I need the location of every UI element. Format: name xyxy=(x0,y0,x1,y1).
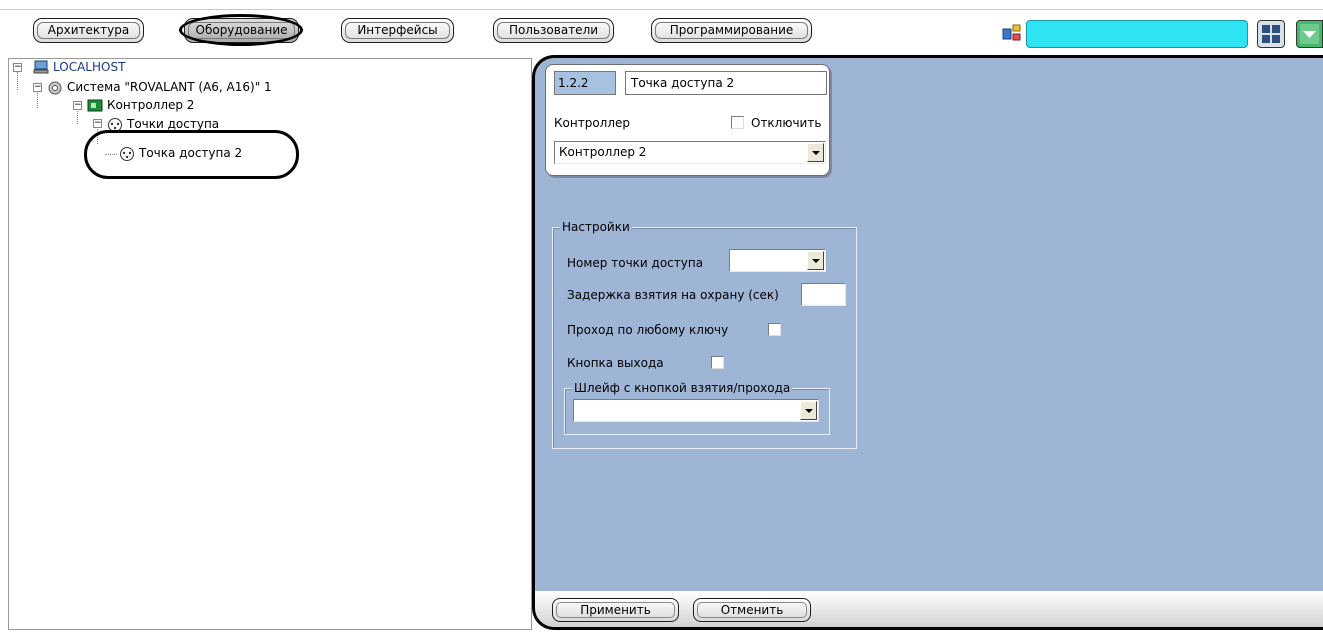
dropdown-button[interactable] xyxy=(1296,20,1323,48)
controller-board-icon xyxy=(87,99,103,112)
tree-collapse-toggle[interactable]: − xyxy=(33,83,42,92)
any-key-label: Проход по любому ключу xyxy=(567,323,729,337)
tree-item-label: Точка доступа 2 xyxy=(137,146,245,160)
tab-programming-label: Программирование xyxy=(669,23,794,37)
tab-architecture[interactable]: Архитектура xyxy=(33,18,144,43)
tree-connector xyxy=(97,126,98,144)
any-key-checkbox[interactable] xyxy=(768,323,781,336)
tree-connector xyxy=(105,154,117,155)
apply-button-label: Применить xyxy=(580,603,651,617)
tab-users-label: Пользователи xyxy=(508,23,599,37)
object-id-field: 1.2.2 xyxy=(554,71,616,95)
computer-icon xyxy=(33,60,49,74)
layout-grid-button[interactable] xyxy=(1257,20,1285,48)
tree-connector xyxy=(17,72,18,90)
chevron-down-icon[interactable] xyxy=(800,401,817,420)
top-tab-bar: Архитектура Оборудование Интерфейсы Поль… xyxy=(0,0,1323,56)
tree-collapse-toggle[interactable]: − xyxy=(73,101,82,110)
controller-label: Контроллер xyxy=(554,116,630,130)
object-settings-panel: 1.2.2 Точка доступа 2 Контроллер Отключи… xyxy=(532,55,1323,630)
layout-grid-icon xyxy=(1262,25,1280,43)
chevron-down-icon[interactable] xyxy=(807,143,824,162)
object-header-card: 1.2.2 Точка доступа 2 Контроллер Отключи… xyxy=(545,64,830,176)
exit-button-label: Кнопка выхода xyxy=(567,356,664,370)
tab-equipment[interactable]: Оборудование xyxy=(184,18,299,43)
access-point-icon xyxy=(108,118,122,132)
tree-connector xyxy=(77,108,78,124)
cancel-button[interactable]: Отменить xyxy=(693,598,811,622)
controller-select-value: Контроллер 2 xyxy=(559,145,647,159)
tab-programming[interactable]: Программирование xyxy=(651,18,812,43)
status-bar xyxy=(1026,20,1248,48)
schema-icon[interactable] xyxy=(1002,24,1022,42)
settings-group-title: Настройки xyxy=(560,220,632,234)
controller-select[interactable]: Контроллер 2 xyxy=(554,141,826,164)
tab-interfaces-label: Интерфейсы xyxy=(357,23,438,37)
object-name-field[interactable]: Точка доступа 2 xyxy=(625,71,827,95)
tree-collapse-toggle[interactable]: − xyxy=(93,119,102,128)
loop-select[interactable] xyxy=(573,399,819,422)
disable-checkbox[interactable] xyxy=(731,116,744,129)
tab-bar-divider xyxy=(0,9,1323,10)
arm-delay-label: Задержка взятия на охрану (сек) xyxy=(567,288,779,302)
point-number-label: Номер точки доступа xyxy=(567,256,704,270)
arm-delay-input[interactable] xyxy=(801,283,846,306)
chevron-down-icon xyxy=(1300,24,1319,44)
system-gear-icon xyxy=(48,81,62,95)
tree-item-label: Точки доступа xyxy=(127,117,220,131)
tab-equipment-label: Оборудование xyxy=(195,23,288,37)
tab-architecture-label: Архитектура xyxy=(47,23,130,37)
disable-label: Отключить xyxy=(751,116,822,130)
panel-footer: Применить Отменить xyxy=(535,591,1323,627)
cancel-button-label: Отменить xyxy=(720,603,784,617)
tree-item-controller[interactable]: Контроллер 2 xyxy=(87,97,194,113)
point-number-select[interactable] xyxy=(729,249,826,272)
tab-interfaces[interactable]: Интерфейсы xyxy=(341,18,454,43)
tree-collapse-toggle[interactable]: − xyxy=(13,63,22,72)
exit-button-checkbox[interactable] xyxy=(711,356,724,369)
loop-group-title: Шлейф с кнопкой взятия/прохода xyxy=(572,381,793,395)
tree-item-localhost[interactable]: LOCALHOST xyxy=(33,59,125,75)
access-point-icon xyxy=(120,147,134,161)
tree-connector xyxy=(37,90,38,108)
tree-item-access-points[interactable]: Точки доступа xyxy=(107,116,219,132)
apply-button[interactable]: Применить xyxy=(552,598,679,622)
tree-item-access-point-2[interactable]: Точка доступа 2 xyxy=(119,145,245,161)
tree-item-system[interactable]: Система "ROVALANT (A6, A16)" 1 xyxy=(47,79,272,95)
tree-item-label: Контроллер 2 xyxy=(107,98,195,112)
hardware-tree[interactable]: − LOCALHOST − Система "ROVALANT (A6, A16… xyxy=(8,58,532,630)
chevron-down-icon[interactable] xyxy=(807,251,824,270)
settings-group: Настройки Номер точки доступа Задержка в… xyxy=(552,220,857,449)
tab-users[interactable]: Пользователи xyxy=(493,18,614,43)
loop-group: Шлейф с кнопкой взятия/прохода xyxy=(564,381,830,435)
tree-item-label: Система "ROVALANT (A6, A16)" 1 xyxy=(67,80,272,94)
